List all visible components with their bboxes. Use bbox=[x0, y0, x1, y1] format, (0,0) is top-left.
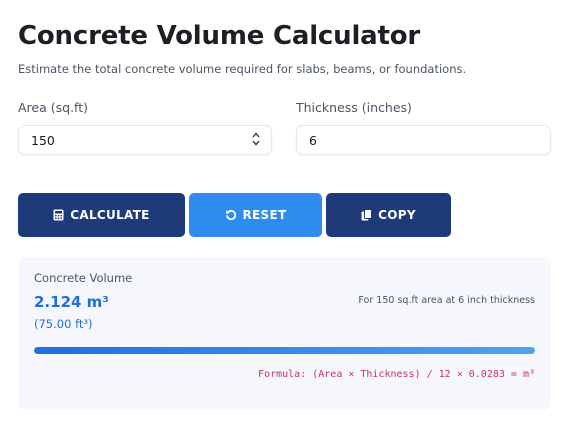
number-stepper[interactable] bbox=[252, 132, 260, 146]
area-input[interactable]: 150 bbox=[18, 125, 272, 155]
chevron-up-icon[interactable] bbox=[252, 132, 260, 138]
area-label: Area (sq.ft) bbox=[18, 100, 88, 115]
progress-bar bbox=[34, 347, 535, 354]
page-subtitle: Estimate the total concrete volume requi… bbox=[18, 62, 467, 76]
result-value: 2.124 m³ bbox=[34, 293, 109, 311]
page-title: Concrete Volume Calculator bbox=[18, 21, 421, 51]
thickness-input[interactable]: 6 bbox=[296, 125, 551, 155]
result-alt-value: (75.00 ft³) bbox=[34, 317, 93, 331]
calculate-button-label: CALCULATE bbox=[70, 208, 150, 222]
thickness-input-value: 6 bbox=[309, 132, 317, 148]
result-note: For 150 sq.ft area at 6 inch thickness bbox=[358, 295, 535, 306]
chevron-down-icon[interactable] bbox=[252, 140, 260, 146]
formula-text: Formula: (Area × Thickness) / 12 × 0.028… bbox=[258, 369, 535, 380]
calculator-icon bbox=[53, 209, 64, 221]
copy-button-label: COPY bbox=[378, 208, 416, 222]
result-panel: Concrete Volume 2.124 m³ (75.00 ft³) For… bbox=[18, 257, 551, 410]
copy-icon bbox=[361, 209, 373, 221]
area-input-value: 150 bbox=[31, 132, 55, 148]
result-label: Concrete Volume bbox=[34, 271, 133, 285]
calculate-button[interactable]: CALCULATE bbox=[18, 193, 185, 237]
thickness-label: Thickness (inches) bbox=[296, 100, 412, 115]
reset-icon bbox=[225, 209, 236, 221]
progress-bar-fill bbox=[34, 347, 535, 354]
reset-button[interactable]: RESET bbox=[189, 193, 322, 237]
reset-button-label: RESET bbox=[242, 208, 287, 222]
copy-button[interactable]: COPY bbox=[326, 193, 451, 237]
